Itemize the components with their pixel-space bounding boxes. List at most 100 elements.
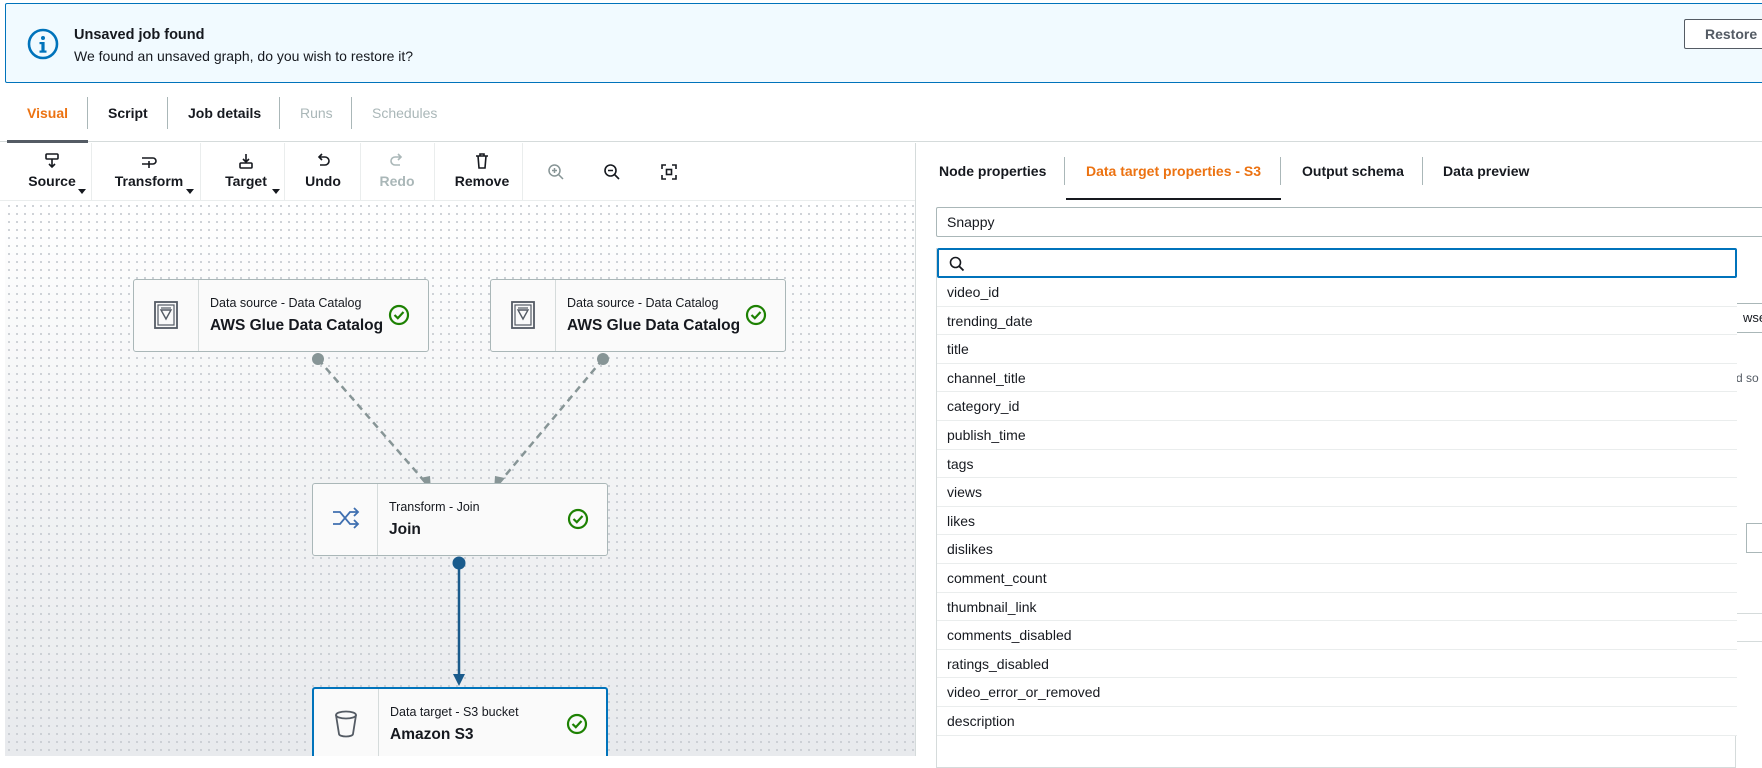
node-icon-box xyxy=(491,280,556,351)
toolbar-divider xyxy=(434,143,435,201)
source-label: Source xyxy=(28,173,76,189)
toolbar-divider xyxy=(200,143,201,201)
option-likes[interactable]: likes xyxy=(937,506,1737,536)
column-search-input[interactable] xyxy=(971,252,1721,274)
option-channel-title[interactable]: channel_title xyxy=(937,363,1737,393)
node-name: AWS Glue Data Catalog xyxy=(210,317,384,334)
compression-type-select[interactable]: Snappy xyxy=(936,207,1762,237)
edge-source1-to-join xyxy=(317,358,427,484)
toolbar-divider xyxy=(360,143,361,201)
tab-data-preview[interactable]: Data preview xyxy=(1443,143,1529,200)
data-catalog-icon xyxy=(511,301,535,329)
option-video-id[interactable]: video_id xyxy=(937,278,1737,307)
node-name: AWS Glue Data Catalog xyxy=(567,317,741,334)
option-video-error-or-removed[interactable]: video_error_or_removed xyxy=(937,678,1737,707)
option-ratings-disabled[interactable]: ratings_disabled xyxy=(937,649,1737,679)
option-comment-count[interactable]: comment_count xyxy=(937,563,1737,593)
background-help-text: d so xyxy=(1736,371,1759,385)
option-dislikes[interactable]: dislikes xyxy=(937,535,1737,564)
tab-job-details[interactable]: Job details xyxy=(188,85,261,142)
target-label: Target xyxy=(225,173,267,189)
node-name: Amazon S3 xyxy=(390,726,474,743)
tab-data-target-properties[interactable]: Data target properties - S3 xyxy=(1065,143,1282,200)
edge-handle[interactable] xyxy=(452,556,466,570)
banner-message: We found an unsaved graph, do you wish t… xyxy=(74,48,414,64)
toolbar-divider xyxy=(522,143,523,201)
remove-label: Remove xyxy=(454,173,510,189)
zoom-out-icon[interactable] xyxy=(603,163,621,181)
node-data-source-2[interactable]: Data source - Data Catalog AWS Glue Data… xyxy=(490,279,786,352)
source-icon xyxy=(45,153,59,169)
trash-icon xyxy=(476,153,488,169)
banner-title: Unsaved job found xyxy=(74,27,205,43)
edge-source2-to-join xyxy=(498,358,604,484)
bucket-icon xyxy=(335,710,357,738)
restore-button[interactable]: Restore xyxy=(1684,19,1762,49)
option-comments-disabled[interactable]: comments_disabled xyxy=(937,621,1737,650)
column-search-box[interactable] xyxy=(937,248,1737,278)
tab-divider xyxy=(167,97,168,129)
browse-button[interactable]: wse xyxy=(1736,303,1762,333)
tab-divider xyxy=(351,97,352,129)
tab-output-schema[interactable]: Output schema xyxy=(1302,143,1404,200)
tab-visual[interactable]: Visual xyxy=(7,85,88,143)
edge-handle[interactable] xyxy=(312,353,324,365)
option-description[interactable]: description xyxy=(937,706,1737,736)
node-name: Join xyxy=(389,521,421,538)
transform-button[interactable]: Transform xyxy=(100,143,198,201)
tab-node-properties[interactable]: Node properties xyxy=(939,143,1046,200)
shuffle-icon xyxy=(333,507,360,529)
check-circle-icon xyxy=(745,304,767,326)
tab-divider xyxy=(1422,157,1423,185)
source-button[interactable]: Source xyxy=(14,143,90,201)
node-type: Data source - Data Catalog xyxy=(567,296,719,310)
option-views[interactable]: views xyxy=(937,478,1737,507)
node-icon-box xyxy=(134,280,199,351)
tab-divider xyxy=(87,97,88,129)
check-circle-icon xyxy=(566,713,588,735)
zoom-in-icon[interactable] xyxy=(547,163,565,181)
canvas-toolbar: Source Transform Target Undo Redo Remove xyxy=(0,143,915,201)
check-circle-icon xyxy=(388,304,410,326)
node-data-target-s3[interactable]: Data target - S3 bucket Amazon S3 xyxy=(312,687,608,756)
background-field[interactable] xyxy=(1746,523,1762,553)
node-details-panel: Node properties Data target properties -… xyxy=(915,143,1762,768)
tab-schedules[interactable]: Schedules xyxy=(372,85,437,142)
check-circle-icon xyxy=(567,508,589,530)
node-type: Data source - Data Catalog xyxy=(210,296,362,310)
option-tags[interactable]: tags xyxy=(937,449,1737,479)
tab-divider xyxy=(1280,157,1281,185)
node-transform-join[interactable]: Transform - Join Join xyxy=(312,483,608,556)
job-editor-tabs: Visual Script Job details Runs Schedules xyxy=(0,85,1762,143)
remove-button[interactable]: Remove xyxy=(442,143,522,201)
caret-down-icon xyxy=(78,189,86,194)
transform-label: Transform xyxy=(114,173,184,189)
target-button[interactable]: Target xyxy=(208,143,284,201)
visual-editor-canvas[interactable]: Data source - Data Catalog AWS Glue Data… xyxy=(5,202,915,756)
tab-script[interactable]: Script xyxy=(108,85,148,142)
transform-icon xyxy=(142,157,157,168)
undo-label: Undo xyxy=(305,173,341,189)
redo-button[interactable]: Redo xyxy=(362,143,432,201)
toolbar-divider xyxy=(91,143,92,201)
info-icon xyxy=(27,28,59,60)
option-category-id[interactable]: category_id xyxy=(937,392,1737,421)
option-publish-time[interactable]: publish_time xyxy=(937,420,1737,450)
arrowhead xyxy=(453,674,465,686)
node-type: Transform - Join xyxy=(389,500,480,514)
data-catalog-icon xyxy=(154,301,178,329)
tab-runs[interactable]: Runs xyxy=(300,85,333,142)
option-thumbnail-link[interactable]: thumbnail_link xyxy=(937,592,1737,622)
fit-to-screen-icon[interactable] xyxy=(660,163,678,181)
target-icon xyxy=(239,154,253,169)
option-trending-date[interactable]: trending_date xyxy=(937,306,1737,336)
edge-handle[interactable] xyxy=(597,353,609,365)
option-title[interactable]: title xyxy=(937,335,1737,364)
tab-divider xyxy=(279,97,280,129)
node-icon-box xyxy=(314,689,379,756)
undo-button[interactable]: Undo xyxy=(288,143,358,201)
node-data-source-1[interactable]: Data source - Data Catalog AWS Glue Data… xyxy=(133,279,429,352)
node-icon-box xyxy=(313,484,378,555)
search-icon xyxy=(949,256,965,272)
unsaved-job-banner: Unsaved job found We found an unsaved gr… xyxy=(5,3,1762,83)
